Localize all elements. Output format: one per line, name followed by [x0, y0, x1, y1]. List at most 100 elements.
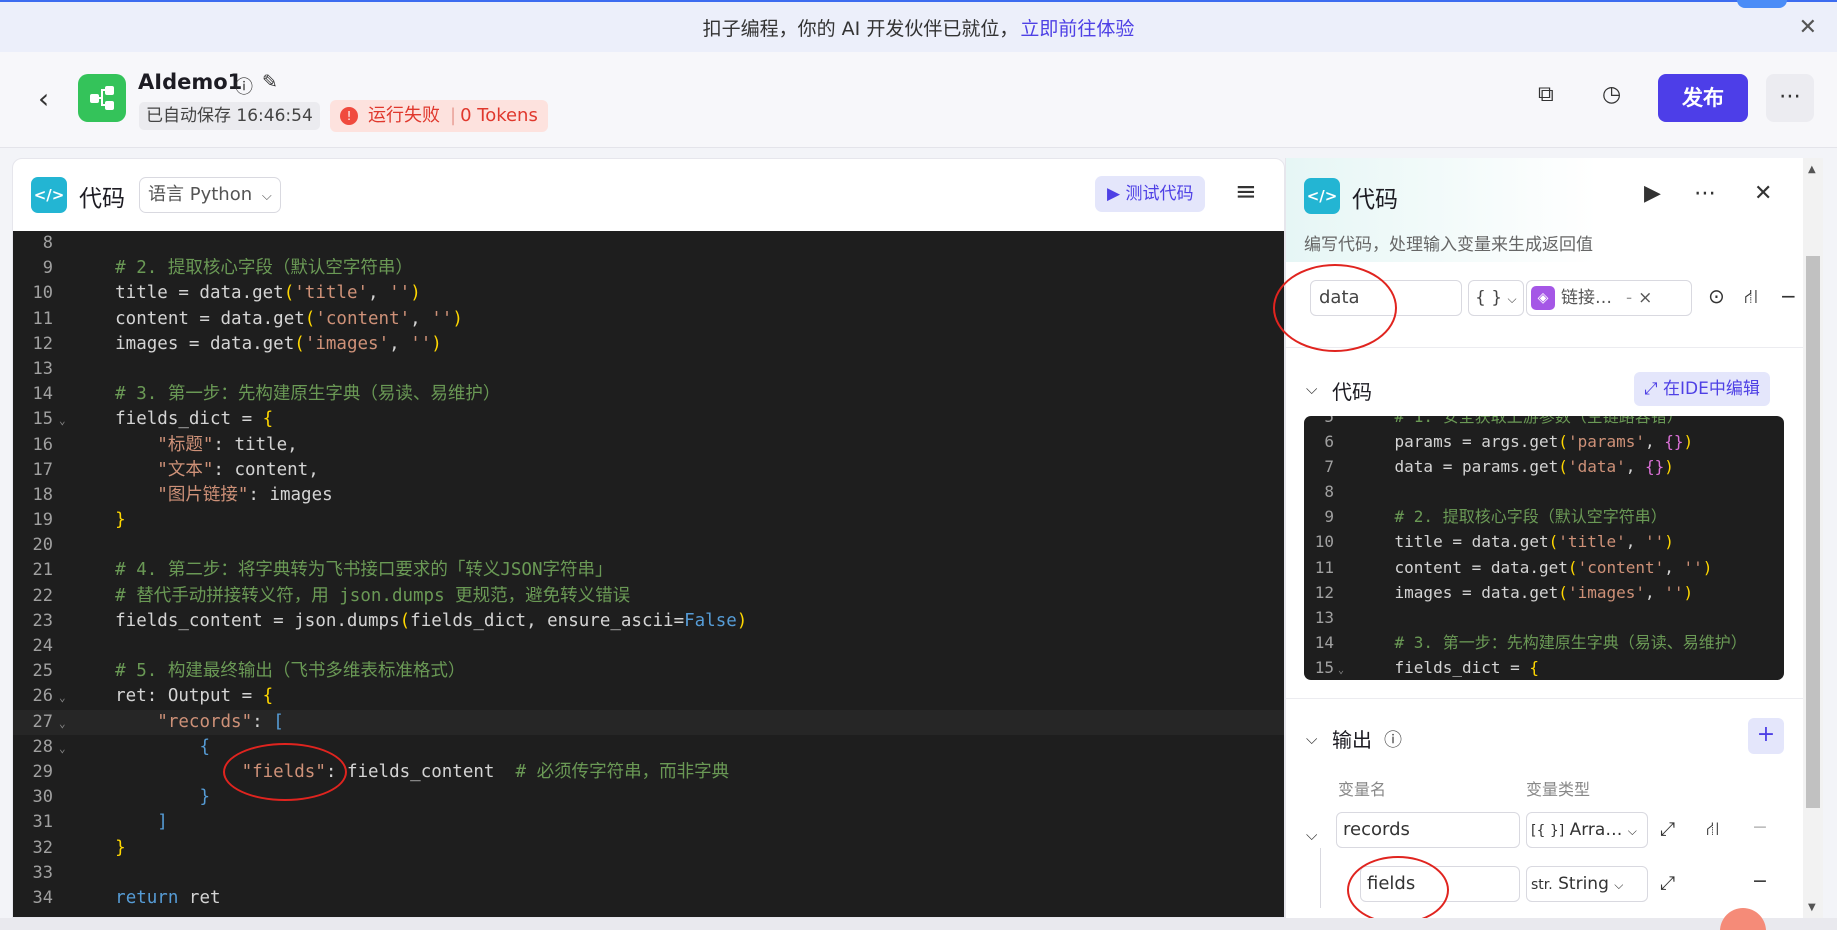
more-options-icon[interactable]: ⋯ — [1766, 74, 1814, 122]
fold-chevron-icon[interactable]: ⌄ — [59, 736, 73, 761]
code-line[interactable]: 24 — [13, 634, 1284, 659]
info-icon[interactable]: ⓘ — [1384, 726, 1402, 752]
autosave-status: 已自动保存 16:46:54 — [139, 102, 320, 130]
code-line[interactable]: 12 images = data.get('images', '') — [13, 332, 1284, 357]
code-line[interactable]: 22 # 替代手动拼接转义符，用 json.dumps 更规范，避免转义错误 — [13, 584, 1284, 609]
add-sub-variable-icon[interactable]: ⛙ — [1706, 818, 1719, 843]
code-line[interactable]: 13 — [1304, 605, 1784, 630]
code-text: fields_dict = { — [73, 409, 274, 430]
code-line[interactable]: 21 # 4. 第二步：将字典转为飞书接口要求的「转义JSON字符串」 — [13, 558, 1284, 583]
scroll-down-icon[interactable]: ▼ — [1808, 902, 1816, 913]
publish-button[interactable]: 发布 — [1658, 74, 1748, 122]
code-line[interactable]: 19 } — [13, 508, 1284, 533]
code-line[interactable]: 34 return ret — [13, 886, 1284, 911]
code-line[interactable]: 12 images = data.get('images', '') — [1304, 580, 1784, 605]
add-output-button[interactable]: + — [1748, 718, 1784, 754]
code-line[interactable]: 20 — [13, 533, 1284, 558]
play-circle-icon: ▶ — [1107, 184, 1121, 204]
input-reference[interactable]: ◈ 链接… - × — [1526, 280, 1692, 316]
expand-icon[interactable]: ⤢ — [1660, 818, 1675, 840]
settings-icon[interactable]: ⊙ — [1708, 284, 1725, 308]
code-text: # 4. 第二步：将字典转为飞书接口要求的「转义JSON字符串」 — [115, 560, 613, 581]
code-line[interactable]: 26 ⌄ ret: Output = { — [13, 684, 1284, 710]
line-number: 31 — [32, 812, 53, 833]
code-text: } — [199, 787, 210, 808]
output-name-field[interactable]: records — [1336, 812, 1520, 848]
close-icon[interactable]: ✕ — [1799, 15, 1817, 40]
code-line[interactable]: 10 title = data.get('title', '') — [1304, 529, 1784, 554]
clear-icon[interactable]: × — [1638, 281, 1652, 315]
line-number: 9 — [1324, 507, 1334, 527]
add-sub-variable-icon[interactable]: ⛙ — [1744, 284, 1758, 311]
edit-in-ide-button[interactable]: ⤢ 在IDE中编辑 — [1634, 372, 1770, 406]
remove-icon[interactable]: − — [1780, 284, 1797, 308]
code-line[interactable]: 14 # 3. 第一步：先构建原生字典（易读、易维护） — [1304, 630, 1784, 655]
chevron-down-icon[interactable]: ⌵ — [1306, 826, 1317, 844]
code-line[interactable]: 29 "fields": fields_content # 必须传字符串，而非字… — [13, 760, 1284, 785]
remove-icon[interactable]: − — [1752, 870, 1768, 892]
more-options-icon[interactable]: ⋯ — [1694, 181, 1716, 206]
output-type-select[interactable]: [{ }] Arra… ⌵ — [1526, 812, 1648, 848]
banner-link[interactable]: 立即前往体验 — [1020, 14, 1134, 41]
code-line[interactable]: 16 "标题": title, — [13, 433, 1284, 458]
test-code-button[interactable]: ▶ 测试代码 — [1095, 176, 1206, 212]
outline-menu-icon[interactable]: ≡ — [1235, 177, 1257, 207]
copy-icon[interactable]: ⧉ — [1538, 82, 1554, 107]
line-number: 8 — [42, 233, 53, 253]
fold-chevron-icon[interactable]: ⌄ — [59, 711, 73, 736]
code-line[interactable]: 32 } — [13, 836, 1284, 861]
scrollbar-thumb[interactable] — [1806, 256, 1820, 808]
language-select[interactable]: 语言 Python ⌵ — [139, 177, 281, 213]
chevron-down-icon[interactable]: ⌵ — [1306, 380, 1317, 398]
code-line[interactable]: 18 "图片链接": images — [13, 483, 1284, 508]
code-line[interactable]: 9 # 2. 提取核心字段（默认空字符串） — [13, 256, 1284, 281]
code-line[interactable]: 15 ⌄ fields_dict = { — [1304, 655, 1784, 680]
code-line[interactable]: 5 # 1. 安全获取上游参数（空链路容错） — [1304, 416, 1784, 429]
history-icon[interactable]: ◷ — [1602, 82, 1621, 107]
code-line[interactable]: 8 — [13, 231, 1284, 256]
reference-dash: - — [1626, 288, 1633, 308]
fold-chevron-icon[interactable]: ⌄ — [1338, 658, 1356, 680]
fold-chevron-icon[interactable]: ⌄ — [59, 408, 73, 433]
back-arrow-icon[interactable]: ‹ — [38, 82, 49, 115]
remove-icon[interactable]: − — [1752, 816, 1768, 838]
scrollbar[interactable]: ▲ ▼ — [1803, 158, 1823, 918]
chevron-down-icon[interactable]: ⌵ — [1306, 730, 1317, 748]
code-line[interactable]: 14 # 3. 第一步：先构建原生字典（易读、易维护） — [13, 382, 1284, 407]
code-line[interactable]: 10 title = data.get('title', '') — [13, 281, 1284, 306]
expand-icon[interactable]: ⤢ — [1660, 872, 1675, 894]
code-line[interactable]: 11 content = data.get('content', '') — [13, 307, 1284, 332]
input-type-select[interactable]: { } ⌵ — [1468, 280, 1524, 316]
code-text: "标题": title, — [157, 434, 298, 455]
code-preview[interactable]: 5 # 1. 安全获取上游参数（空链路容错） 6 params = args.ge… — [1304, 416, 1784, 680]
code-line[interactable]: 30 } — [13, 785, 1284, 810]
line-number: 22 — [32, 585, 53, 606]
code-line[interactable]: 33 — [13, 861, 1284, 886]
code-line[interactable]: 27 ⌄ "records": [ — [13, 709, 1284, 736]
close-icon[interactable]: ✕ — [1754, 181, 1772, 206]
code-line[interactable]: 13 — [13, 357, 1284, 382]
output-type-select[interactable]: str. String ⌵ — [1526, 866, 1648, 902]
code-line[interactable]: 6 params = args.get('params', {}) — [1304, 429, 1784, 454]
code-line[interactable]: 11 content = data.get('content', '') — [1304, 555, 1784, 580]
code-line[interactable]: 31 ] — [13, 810, 1284, 835]
code-line[interactable]: 28 ⌄ { — [13, 735, 1284, 761]
code-editor[interactable]: 8 9 # 2. 提取核心字段（默认空字符串） 10 title = data.ge… — [13, 231, 1284, 917]
code-text: ret: Output = { — [73, 686, 274, 707]
code-line[interactable]: 15 ⌄ fields_dict = { — [13, 407, 1284, 433]
run-node-icon[interactable]: ▶ — [1644, 181, 1661, 206]
scroll-up-icon[interactable]: ▲ — [1808, 164, 1816, 175]
info-icon[interactable]: ⓘ — [235, 73, 253, 99]
error-icon: ! — [340, 107, 358, 125]
token-count: 0 Tokens — [460, 105, 538, 126]
run-status-text: 运行失败 — [368, 105, 440, 126]
edit-icon[interactable]: ✎ — [262, 71, 278, 93]
fold-chevron-icon[interactable]: ⌄ — [59, 685, 73, 710]
code-line[interactable]: 25 # 5. 构建最终输出（飞书多维表标准格式） — [13, 659, 1284, 684]
code-text: ] — [157, 812, 168, 833]
code-line[interactable]: 7 data = params.get('data', {}) — [1304, 454, 1784, 479]
code-line[interactable]: 23 fields_content = json.dumps(fields_di… — [13, 609, 1284, 634]
code-line[interactable]: 9 # 2. 提取核心字段（默认空字符串） — [1304, 504, 1784, 529]
code-line[interactable]: 8 — [1304, 479, 1784, 504]
code-line[interactable]: 17 "文本": content, — [13, 458, 1284, 483]
